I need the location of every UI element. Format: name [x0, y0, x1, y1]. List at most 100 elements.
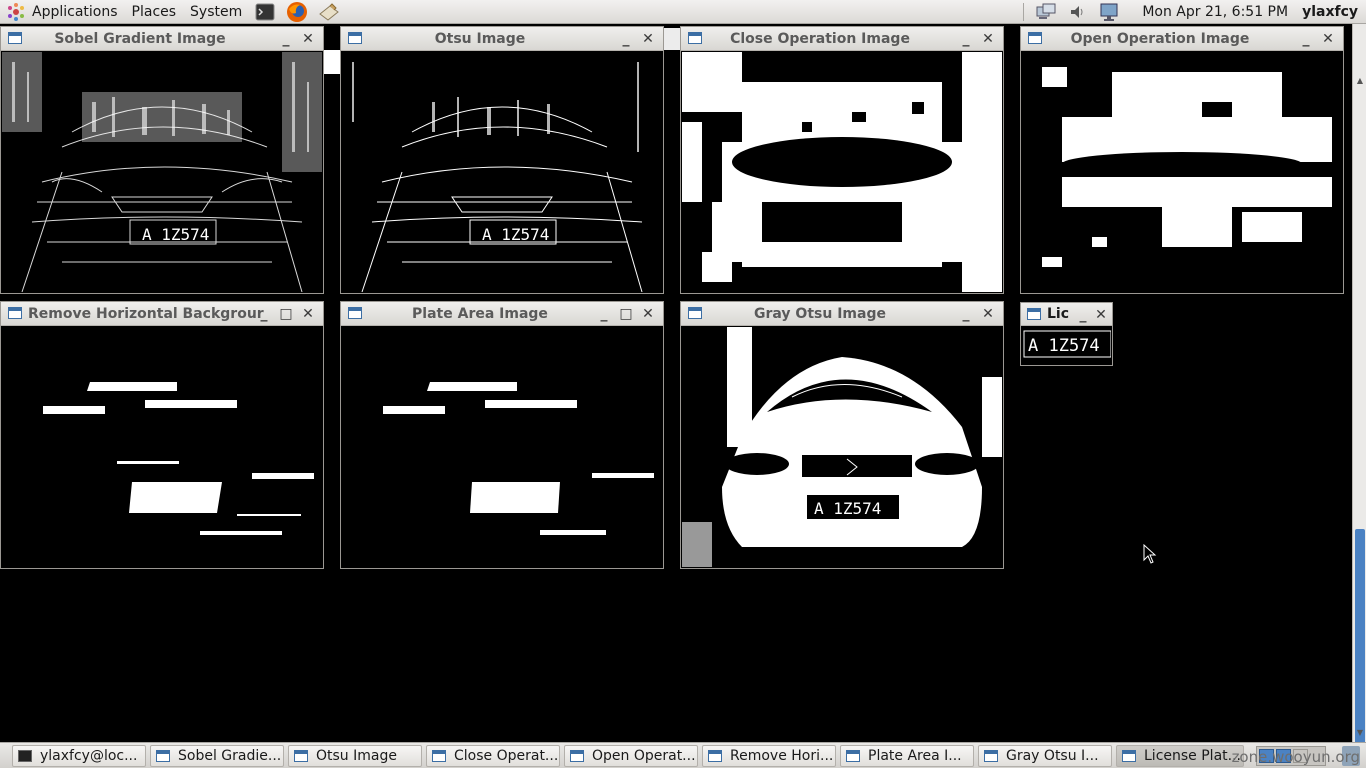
gnome-foot-icon — [8, 2, 24, 21]
license-plate-image: A 1Z574 — [1022, 327, 1111, 364]
close-button[interactable]: ✕ — [637, 28, 659, 50]
task-label: License Plat... — [1144, 747, 1241, 764]
window-icon — [688, 307, 702, 319]
display-tray[interactable] — [1099, 2, 1121, 22]
remove-horizontal-image — [2, 327, 322, 567]
places-label: Places — [131, 3, 177, 20]
window-icon — [1027, 308, 1041, 320]
titlebar[interactable]: Open Operation Image _ ✕ — [1021, 27, 1343, 51]
titlebar[interactable]: Otsu Image _ ✕ — [341, 27, 663, 51]
close-operation-image — [682, 52, 1002, 292]
minimize-button[interactable]: _ — [615, 28, 637, 50]
task-label: Close Operat... — [454, 747, 559, 764]
titlebar[interactable]: Gray Otsu Image _ ✕ — [681, 302, 1003, 326]
window-icon — [846, 749, 860, 762]
firefox-launcher[interactable] — [285, 1, 309, 23]
places-menu[interactable]: Places — [125, 0, 184, 24]
background-window-edge — [323, 50, 341, 74]
close-button[interactable]: ✕ — [297, 303, 319, 325]
window-icon — [984, 749, 998, 762]
close-button[interactable]: ✕ — [297, 28, 319, 50]
applications-menu[interactable]: Applications — [0, 0, 125, 24]
volume-icon — [1071, 6, 1083, 18]
maximize-button[interactable]: □ — [275, 303, 297, 325]
system-label: System — [190, 3, 243, 20]
window-gray-otsu[interactable]: Gray Otsu Image _ ✕ A 1Z574 — [680, 301, 1004, 569]
minimize-button[interactable]: _ — [955, 28, 977, 50]
window-plate-area[interactable]: Plate Area Image _ □ ✕ — [340, 301, 664, 569]
window-icon — [8, 32, 22, 44]
minimize-button[interactable]: _ — [593, 303, 615, 325]
user-name[interactable]: ylaxfcy — [1302, 4, 1358, 20]
window-sobel-gradient[interactable]: Sobel Gradient Image _ ✕ A 1Z574 — [0, 26, 324, 294]
titlebar[interactable]: Lic _ ✕ — [1021, 303, 1112, 326]
window-icon — [1122, 749, 1136, 762]
window-otsu[interactable]: Otsu Image _ ✕ A 1Z574 — [340, 26, 664, 294]
task-label: Remove Hori... — [730, 747, 834, 764]
window-icon — [348, 307, 362, 319]
titlebar[interactable]: Remove Horizontal Backgrour _ □ ✕ — [1, 302, 323, 326]
system-menu[interactable]: System — [183, 0, 249, 24]
task-otsu[interactable]: Otsu Image — [288, 744, 422, 767]
minimize-button[interactable]: _ — [1074, 304, 1092, 326]
task-gray-otsu[interactable]: Gray Otsu I... — [978, 744, 1112, 767]
terminal-icon — [18, 749, 32, 762]
window-icon — [156, 749, 170, 762]
titlebar[interactable]: Close Operation Image _ ✕ — [681, 27, 1003, 51]
window-close-operation[interactable]: Close Operation Image _ ✕ — [680, 26, 1004, 294]
task-close-operation[interactable]: Close Operat... — [426, 744, 560, 767]
minimize-button[interactable]: _ — [275, 28, 297, 50]
window-icon — [294, 749, 308, 762]
window-remove-horizontal-background[interactable]: Remove Horizontal Backgrour _ □ ✕ — [0, 301, 324, 569]
minimize-button[interactable]: _ — [955, 303, 977, 325]
firefox-icon — [287, 1, 308, 22]
task-plate-area[interactable]: Plate Area I... — [840, 744, 974, 767]
scrollbar-thumb[interactable] — [1355, 529, 1365, 744]
plate-area-image — [342, 327, 662, 567]
clock[interactable]: Mon Apr 21, 6:51 PM — [1142, 4, 1288, 20]
task-sobel[interactable]: Sobel Gradie... — [150, 744, 284, 767]
minimize-button[interactable]: _ — [1295, 28, 1317, 50]
scroll-up-arrow[interactable]: ▲ — [1355, 76, 1365, 88]
plate-text: A 1Z574 — [142, 225, 209, 244]
maximize-button[interactable]: □ — [615, 303, 637, 325]
close-button[interactable]: ✕ — [637, 303, 659, 325]
morphology-open-picture — [1022, 52, 1342, 292]
task-label: Otsu Image — [316, 747, 397, 764]
titlebar[interactable]: Plate Area Image _ □ ✕ — [341, 302, 663, 326]
notepad-icon — [319, 2, 340, 21]
task-open-operation[interactable]: Open Operat... — [564, 744, 698, 767]
background-scrollbar[interactable]: ▲ ▼ — [1352, 24, 1366, 744]
mouse-cursor-icon — [1143, 544, 1157, 564]
notes-launcher[interactable] — [317, 1, 341, 23]
minimize-button[interactable]: _ — [253, 303, 275, 325]
terminal-icon — [255, 3, 275, 20]
close-button[interactable]: ✕ — [1317, 28, 1339, 50]
window-icon — [708, 749, 722, 762]
network-tray[interactable] — [1035, 2, 1057, 22]
task-remove-horizontal[interactable]: Remove Hori... — [702, 744, 836, 767]
titlebar[interactable]: Sobel Gradient Image _ ✕ — [1, 27, 323, 51]
volume-tray[interactable] — [1067, 2, 1089, 22]
window-icon — [688, 32, 702, 44]
gray-otsu-car-picture: A 1Z574 — [682, 327, 1002, 567]
plate-area-picture — [342, 327, 662, 567]
panel-right: Mon Apr 21, 6:51 PM ylaxfcy — [1017, 0, 1366, 24]
terminal-launcher[interactable] — [253, 1, 277, 23]
license-plate-text: A 1Z574 — [1028, 336, 1100, 356]
task-label: Gray Otsu I... — [1006, 747, 1099, 764]
task-license-plate[interactable]: License Plat... — [1116, 744, 1244, 767]
scroll-down-arrow[interactable]: ▼ — [1355, 728, 1365, 740]
license-plate-picture: A 1Z574 — [1022, 327, 1111, 364]
applications-label: Applications — [32, 3, 118, 20]
window-open-operation[interactable]: Open Operation Image _ ✕ — [1020, 26, 1344, 294]
task-label: Sobel Gradie... — [178, 747, 282, 764]
task-terminal[interactable]: ylaxfcy@loc... — [12, 744, 146, 767]
window-license-plate[interactable]: Lic _ ✕ A 1Z574 — [1020, 302, 1113, 366]
task-label: Open Operat... — [592, 747, 696, 764]
close-button[interactable]: ✕ — [977, 28, 999, 50]
close-button[interactable]: ✕ — [977, 303, 999, 325]
close-button[interactable]: ✕ — [1092, 304, 1110, 326]
window-icon — [432, 749, 446, 762]
task-label: ylaxfcy@loc... — [40, 747, 138, 764]
